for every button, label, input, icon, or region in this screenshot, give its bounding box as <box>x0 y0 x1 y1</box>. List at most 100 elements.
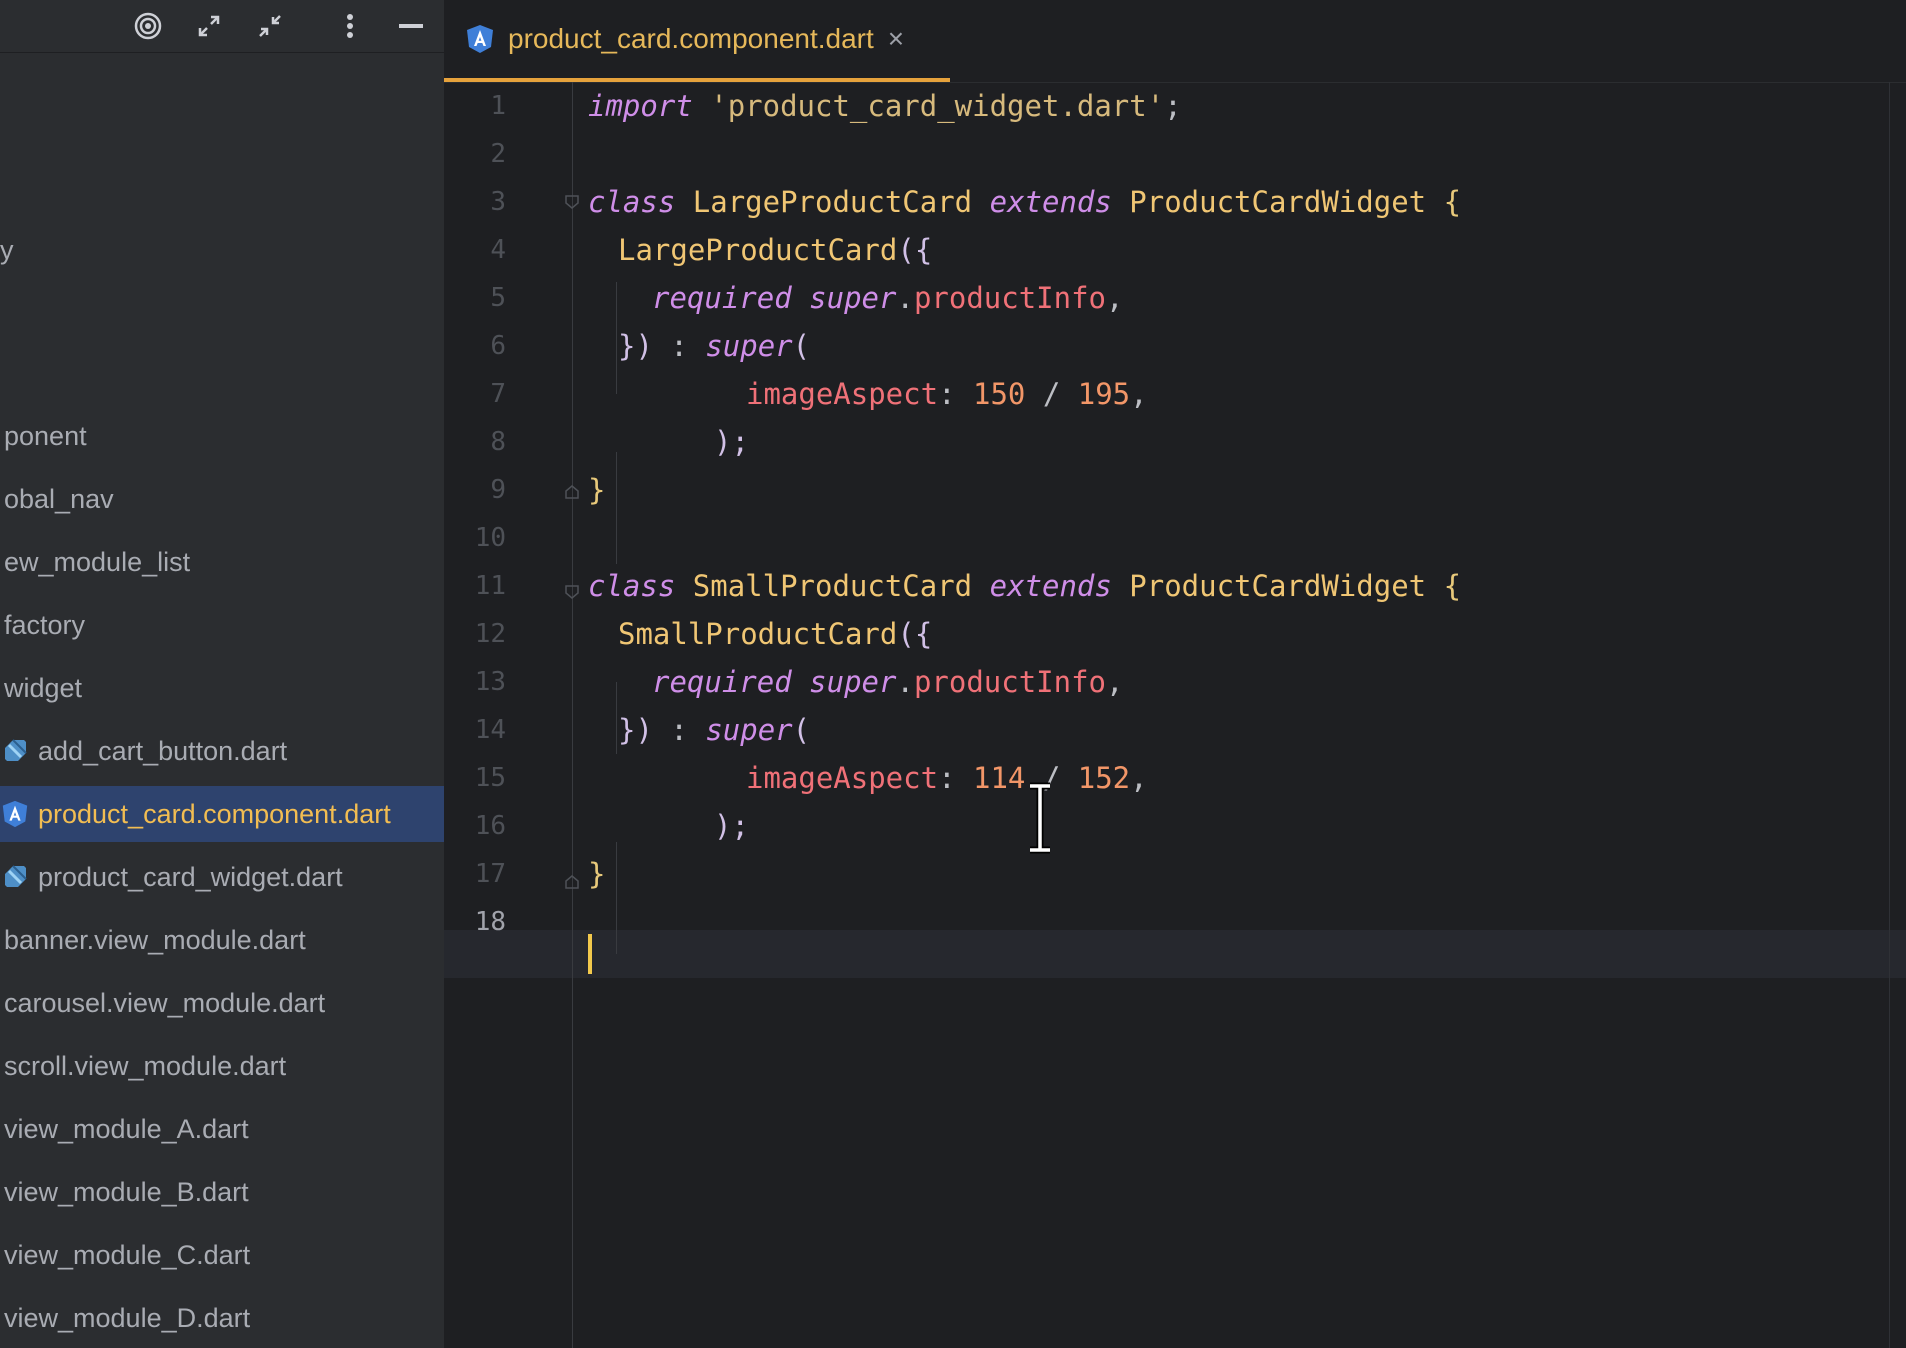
number-literal: 195 <box>1077 377 1131 411</box>
punctuation: ; <box>1164 89 1182 123</box>
tree-item-label: ew_module_list <box>4 546 191 577</box>
indent-guide <box>616 282 617 394</box>
brace: { <box>1443 569 1462 603</box>
keyword: super <box>809 665 897 699</box>
code-line-3[interactable]: class LargeProductCard extends ProductCa… <box>588 178 1461 226</box>
fold-icon[interactable] <box>564 584 580 600</box>
tree-item[interactable]: add_cart_button.dart <box>0 723 444 779</box>
tree-item[interactable]: factory <box>0 597 444 653</box>
punctuation: : <box>938 377 973 411</box>
line-number: 3 <box>490 187 506 217</box>
code-line-15[interactable]: imageAspect: 114 / 152, <box>746 754 1148 802</box>
editor-tabbar: product_card.component.dart × <box>444 0 1906 83</box>
code-line-6[interactable]: }) : super( <box>618 322 810 370</box>
punctuation: , <box>1106 281 1124 315</box>
line-number: 17 <box>474 859 506 889</box>
punctuation: , <box>1130 761 1148 795</box>
code-line-7[interactable]: imageAspect: 150 / 195, <box>746 370 1148 418</box>
code-line-12[interactable]: SmallProductCard({ <box>618 610 932 658</box>
string-literal: 'product_card_widget.dart' <box>710 89 1165 123</box>
code-line-5[interactable]: required super.productInfo, <box>652 274 1123 322</box>
class-name: SmallProductCard <box>692 569 973 603</box>
tree-item[interactable]: carousel.view_module.dart <box>0 975 444 1031</box>
punctuation: : <box>652 329 706 363</box>
tree-item[interactable]: ew_module_list <box>0 534 444 590</box>
sidebar-toolbar <box>0 0 444 53</box>
punctuation: : <box>938 761 973 795</box>
code-line-11[interactable]: class SmallProductCard extends ProductCa… <box>588 562 1461 610</box>
line-number: 7 <box>490 379 506 409</box>
tree-item[interactable]: view_module_A.dart <box>0 1101 444 1157</box>
tree-item-label: banner.view_module.dart <box>4 924 306 955</box>
tree-item[interactable]: view_module_B.dart <box>0 1164 444 1220</box>
field-name: productInfo <box>913 281 1106 315</box>
tree-item[interactable]: banner.view_module.dart <box>0 912 444 968</box>
tree-item[interactable]: product_card.component.dart <box>0 786 444 842</box>
line-number: 14 <box>474 715 506 745</box>
code-line-1[interactable]: import 'product_card_widget.dart'; <box>588 82 1182 130</box>
close-icon[interactable]: × <box>888 23 904 55</box>
code-line-13[interactable]: required super.productInfo, <box>652 658 1123 706</box>
line-number: 11 <box>474 571 506 601</box>
code-line-8[interactable]: ); <box>714 418 749 466</box>
punctuation: , <box>1130 377 1148 411</box>
tree-item[interactable]: obal_nav <box>0 471 444 527</box>
code-line-4[interactable]: LargeProductCard({ <box>618 226 932 274</box>
tree-item[interactable]: view_module_C.dart <box>0 1227 444 1283</box>
more-vert-icon[interactable] <box>332 8 368 44</box>
tree-item[interactable]: widget <box>0 660 444 716</box>
punctuation: , <box>1106 665 1124 699</box>
tree-item-label: add_cart_button.dart <box>38 735 288 766</box>
tab-label: product_card.component.dart <box>508 23 874 54</box>
collapse-icon[interactable] <box>252 8 288 44</box>
keyword: required <box>652 665 792 699</box>
tree-item[interactable]: y <box>0 222 444 278</box>
punctuation: ({ <box>897 617 933 651</box>
target-icon[interactable] <box>130 8 166 44</box>
tree-item[interactable]: product_card_widget.dart <box>0 849 444 905</box>
line-number: 13 <box>474 667 506 697</box>
tree-item-label: widget <box>4 672 83 703</box>
tree-item-label: carousel.view_module.dart <box>4 987 326 1018</box>
punctuation: ( <box>792 329 811 363</box>
tree-item[interactable]: ponent <box>0 408 444 464</box>
tab-product-card-component[interactable]: product_card.component.dart × <box>444 0 950 82</box>
class-name: ProductCardWidget <box>1129 185 1427 219</box>
fold-icon[interactable] <box>564 484 580 500</box>
gutter-divider <box>572 82 573 1348</box>
number-literal: 114 <box>972 761 1026 795</box>
minimize-icon[interactable] <box>393 8 429 44</box>
angular-icon <box>464 23 496 55</box>
punctuation: }) <box>618 713 653 747</box>
tree-item[interactable]: scroll.view_module.dart <box>0 1038 444 1094</box>
code-line-16[interactable]: ); <box>714 802 749 850</box>
fold-icon[interactable] <box>564 874 580 890</box>
code-line-9[interactable]: } <box>588 466 605 514</box>
project-sidebar: y ponent obal_nav ew_module_listfactory widg… <box>0 0 444 1348</box>
tree-item-label: view_module_B.dart <box>4 1176 249 1207</box>
line-number: 8 <box>490 427 506 457</box>
tree-item-label: product_card.component.dart <box>38 798 391 829</box>
field-name: productInfo <box>913 665 1106 699</box>
ibeam-cursor-icon <box>1030 782 1050 854</box>
tree-item-label: view_module_A.dart <box>4 1113 249 1144</box>
constructor-name: LargeProductCard <box>618 233 898 267</box>
code-line-14[interactable]: }) : super( <box>618 706 810 754</box>
code-line-17[interactable]: } <box>588 850 605 898</box>
code-editor: product_card.component.dart × 1234567891… <box>444 0 1906 1348</box>
expand-icon[interactable] <box>191 8 227 44</box>
line-number: 6 <box>490 331 506 361</box>
line-number: 10 <box>474 523 506 553</box>
punctuation: . <box>896 281 914 315</box>
tree-item[interactable]: view_module_D.dart <box>0 1290 444 1346</box>
brace: { <box>1443 185 1462 219</box>
line-number: 12 <box>474 619 506 649</box>
line-number: 18 <box>474 907 506 937</box>
number-literal: 152 <box>1077 761 1131 795</box>
number-literal: 150 <box>972 377 1026 411</box>
punctuation: ( <box>792 713 811 747</box>
code-area[interactable]: 1 2 3 4 5 6 7 8 9 10 11 12 13 14 15 16 17 18 import 'prod… <box>444 82 1906 1348</box>
tree-item-label: ponent <box>4 420 87 451</box>
fold-icon[interactable] <box>564 194 580 210</box>
tree-item-label: obal_nav <box>4 483 114 514</box>
